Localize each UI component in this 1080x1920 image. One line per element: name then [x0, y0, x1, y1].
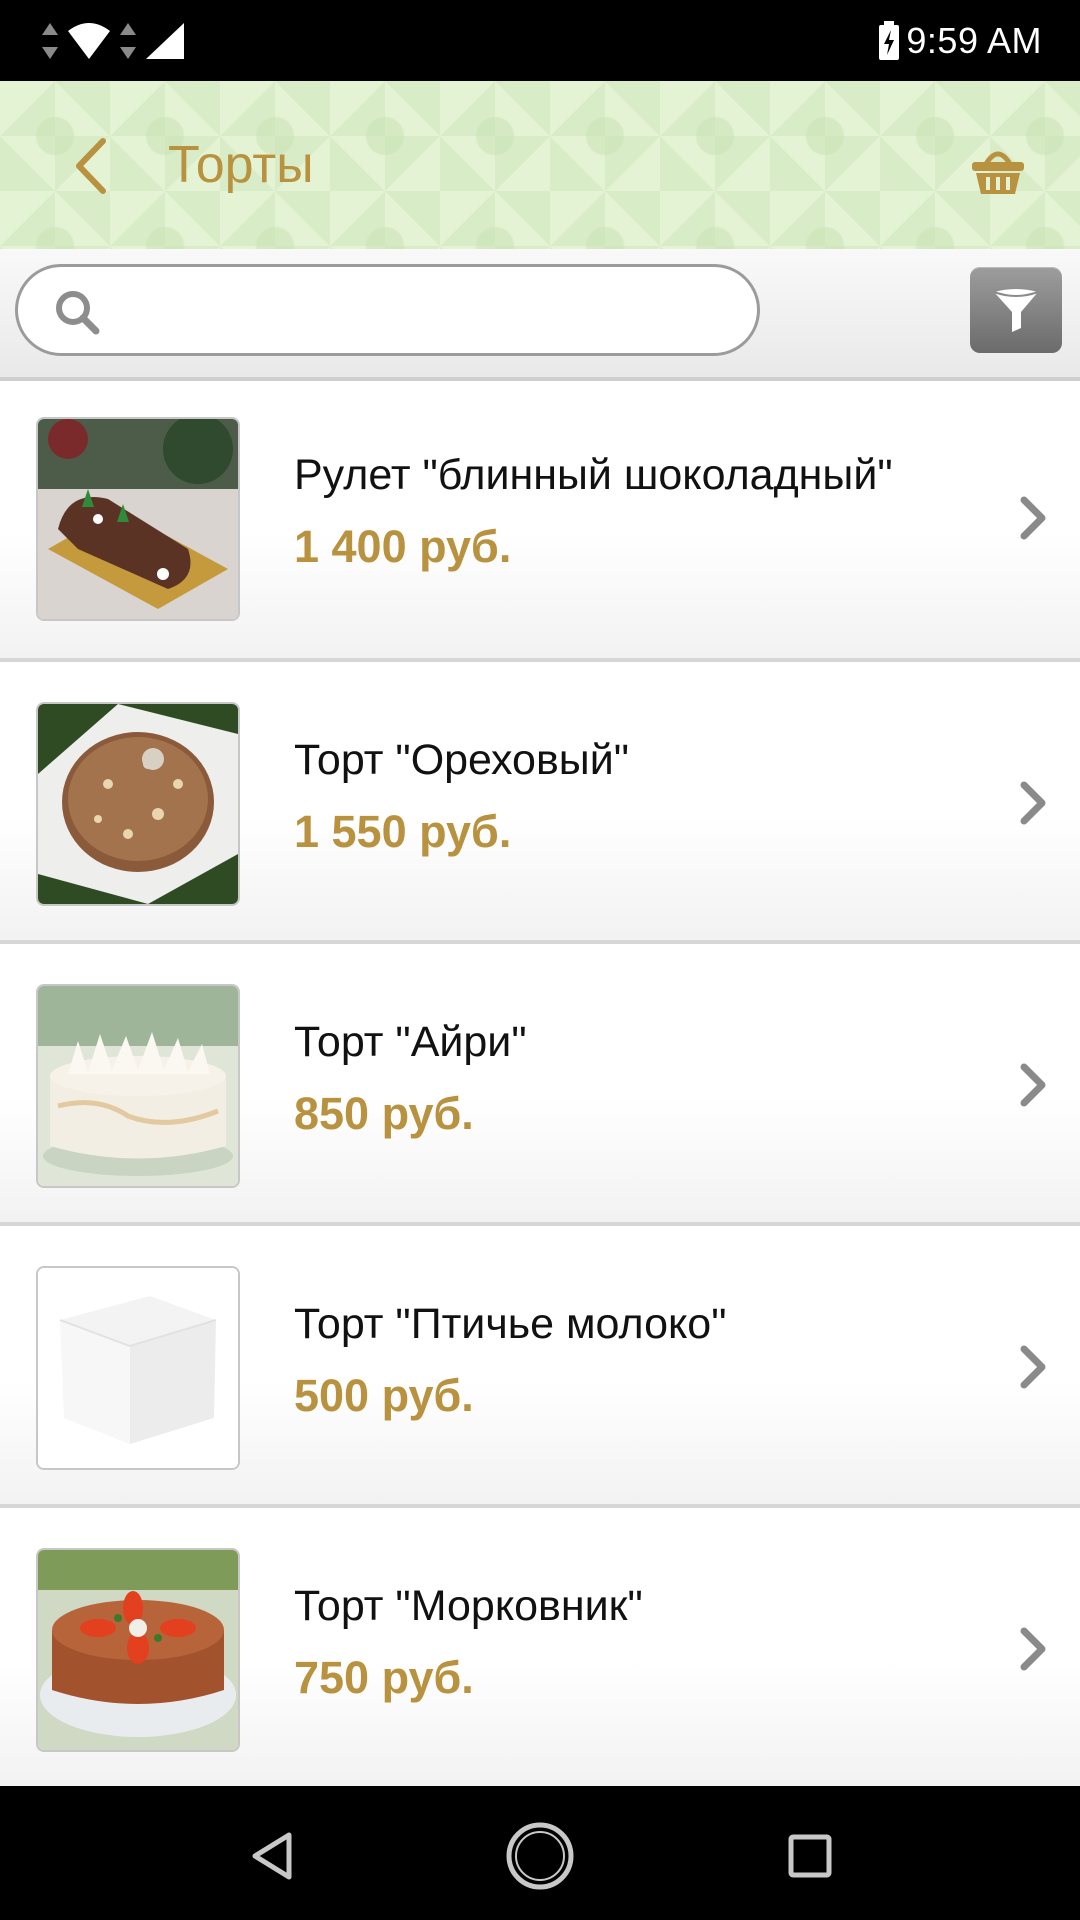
data-arrows-icon: [120, 23, 136, 59]
status-left-icons: [40, 20, 186, 62]
signal-icon: [146, 23, 184, 59]
white-box-placeholder: [38, 1268, 238, 1468]
status-right: 9:59 AM: [878, 14, 1042, 68]
chevron-right-icon: [1020, 781, 1046, 825]
product-price: 1 550 руб.: [294, 806, 512, 857]
meringue-cake-photo: [38, 986, 238, 1186]
chevron-left-icon: [76, 138, 106, 194]
search-icon: [56, 291, 100, 335]
list-item[interactable]: Торт "Ореховый" 1 550 руб.: [0, 666, 1080, 944]
system-nav-bar: [0, 1786, 1080, 1920]
chevron-right-icon: [1020, 1063, 1046, 1107]
product-name: Торт "Айри": [294, 1018, 527, 1066]
search-field[interactable]: [15, 264, 760, 356]
product-image: [36, 1548, 240, 1752]
search-bar: [0, 249, 1080, 381]
search-input[interactable]: [118, 277, 732, 345]
app-toolbar: Торты: [0, 81, 1080, 249]
product-image: [36, 984, 240, 1188]
product-name: Торт "Морковник": [294, 1582, 643, 1630]
product-image: [36, 417, 240, 621]
wifi-icon: [68, 23, 110, 59]
basket-icon: [972, 151, 1024, 194]
list-item[interactable]: Рулет "блинный шоколадный" 1 400 руб.: [0, 381, 1080, 662]
product-image: [36, 1266, 240, 1470]
product-price: 1 400 руб.: [294, 521, 512, 572]
product-name: Рулет "блинный шоколадный": [294, 451, 893, 499]
nav-recents-button[interactable]: [770, 1816, 850, 1896]
nav-back-button[interactable]: [232, 1816, 312, 1896]
product-list: Рулет "блинный шоколадный" 1 400 руб. То…: [0, 381, 1080, 1794]
chevron-right-icon: [1020, 1345, 1046, 1389]
product-image: [36, 702, 240, 906]
nav-back-icon: [252, 1832, 292, 1880]
nav-home-icon: [506, 1822, 574, 1890]
product-price: 850 руб.: [294, 1088, 474, 1139]
nav-home-button[interactable]: [500, 1816, 580, 1896]
list-item[interactable]: Торт "Морковник" 750 руб.: [0, 1512, 1080, 1790]
nav-recents-icon: [788, 1834, 832, 1878]
chevron-right-icon: [1020, 1627, 1046, 1671]
carrot-cake-photo: [38, 1550, 238, 1750]
chocolate-roll-photo: [38, 419, 238, 619]
clock: 9:59 AM: [906, 20, 1042, 61]
product-price: 500 руб.: [294, 1370, 474, 1421]
product-name: Торт "Птичье молоко": [294, 1300, 727, 1348]
filter-button[interactable]: [970, 267, 1062, 353]
back-button[interactable]: [56, 131, 126, 201]
battery-charging-icon: [879, 21, 900, 60]
page-title: Торты: [168, 136, 314, 194]
chevron-right-icon: [1020, 496, 1046, 540]
data-arrows-icon: [42, 23, 58, 59]
nut-cake-photo: [38, 704, 238, 904]
product-name: Торт "Ореховый": [294, 736, 629, 784]
list-item[interactable]: Торт "Айри" 850 руб.: [0, 948, 1080, 1226]
status-bar: 9:59 AM: [0, 0, 1080, 81]
filter-icon: [993, 289, 1039, 332]
product-price: 750 руб.: [294, 1652, 474, 1703]
basket-button[interactable]: [962, 133, 1034, 205]
list-item[interactable]: Торт "Птичье молоко" 500 руб.: [0, 1230, 1080, 1508]
